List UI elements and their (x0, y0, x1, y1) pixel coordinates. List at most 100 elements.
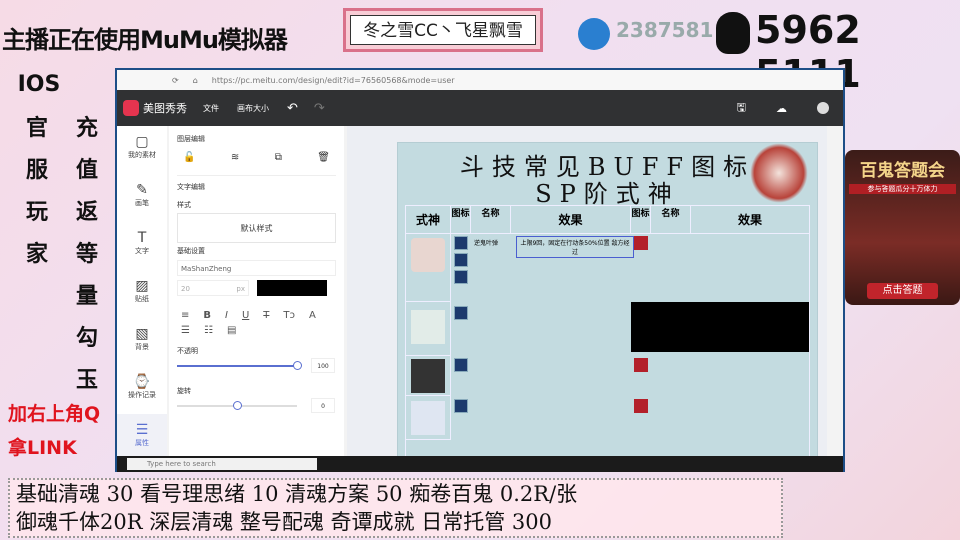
text-icon: T (137, 230, 147, 246)
ad-title: 百鬼答题会 (860, 161, 945, 181)
header-icon: 图标 (451, 206, 471, 234)
address-bar[interactable]: ⟳ ⌂ https://pc.meitu.com/design/edit?id=76… (117, 70, 843, 90)
shikigami-cell (406, 302, 451, 356)
event-ad[interactable]: 百鬼答题会 参与答题瓜分十万体力 点击答题 (845, 150, 960, 305)
justify-icon[interactable]: ▤ (227, 325, 236, 336)
buff-icon (454, 306, 468, 320)
qq-penguin-icon (716, 12, 750, 54)
ios-label: IOS (17, 72, 61, 97)
buff-icon (454, 253, 468, 267)
text-edit-title: 文字编辑 (177, 175, 336, 192)
browser-window: ⟳ ⌂ https://pc.meitu.com/design/edit?id=76… (115, 68, 845, 472)
streamer-notice: 主播正在使用MuMu模拟器 (2, 26, 288, 54)
rotate-handle[interactable] (233, 401, 242, 410)
indent-icon[interactable]: ☰ (181, 325, 190, 336)
strike-icon[interactable]: T (263, 310, 269, 321)
layer-toolbar: 🔓 ≋ ⧉ 🗑 (183, 152, 330, 163)
basic-settings-label: 基础设置 (177, 247, 205, 255)
poster[interactable]: 斗技常见BUFF图标 SP阶式神 式神 图标 名称 效果 图标 名称 效果 逆鬼… (397, 142, 818, 472)
copy-icon[interactable]: ⧉ (275, 152, 282, 163)
trash-icon[interactable]: 🗑 (317, 152, 330, 163)
redo-icon[interactable]: ↷ (314, 101, 325, 116)
menu-canvas-size[interactable]: 画布大小 (237, 103, 269, 114)
buff-icon (634, 236, 648, 250)
price-banner: 基础清魂 30 看号理思绪 10 清魂方案 50 痴卷百鬼 0.2R/张 御魂千… (8, 478, 783, 538)
tool-label: 画笔 (135, 199, 149, 207)
banner-line-2: 御魂千体20R 深层清魂 整号配魂 奇谭成就 日常托管 300 (16, 510, 552, 534)
buff-icon (454, 358, 468, 372)
cube-icon: ▢ (135, 134, 149, 150)
menu-file[interactable]: 文件 (203, 103, 219, 114)
font-select[interactable]: MaShanZheng (177, 260, 336, 276)
character-sticker[interactable] (750, 143, 808, 203)
upload-icon[interactable]: ☁ (776, 102, 787, 115)
home-icon[interactable]: ⌂ (193, 76, 198, 85)
refresh-icon[interactable]: ⟳ (172, 76, 179, 85)
url-text[interactable]: https://pc.meitu.com/design/edit?id=7656… (212, 76, 455, 85)
buff-table: 式神 图标 名称 效果 图标 名称 效果 逆鬼叶弹 上限9回，固定在行动条50%… (405, 205, 810, 465)
spacing-icon[interactable]: A (309, 310, 316, 321)
undo-icon[interactable]: ↶ (287, 101, 298, 116)
opacity-value[interactable]: 100 (311, 358, 335, 373)
italic-icon[interactable]: I (225, 310, 228, 321)
rotate-value[interactable]: 0 (311, 398, 335, 413)
red-note-1: 加右上角Q (8, 403, 101, 425)
style-label: 样式 (177, 201, 191, 209)
side-col2: 充值返等量勾玉 (75, 116, 98, 393)
taskbar-search[interactable]: Type here to search (127, 458, 317, 470)
tool-label: 背景 (135, 343, 149, 351)
color-swatch[interactable] (257, 280, 327, 296)
align-icon[interactable]: ≡ (181, 310, 189, 321)
avatar[interactable] (817, 102, 829, 114)
streamer-name-box: 冬之雪CC丶飞星飘雪 (343, 8, 543, 52)
shikigami-cell (406, 356, 451, 396)
opacity-handle[interactable] (293, 361, 302, 370)
list-icon[interactable]: ☷ (204, 325, 213, 336)
tool-history[interactable]: ⌚ 操作记录 (117, 366, 167, 414)
tool-text[interactable]: T 文字 (117, 222, 167, 270)
save-icon[interactable]: 🖫 (737, 99, 746, 118)
properties-panel: 图层编辑 🔓 ≋ ⧉ 🗑 文字编辑 样式 默认样式 基础设置 MaShanZheng … (169, 126, 344, 456)
opacity-label: 不透明 (177, 347, 198, 355)
black-block[interactable] (631, 302, 809, 352)
app-header: 美图秀秀 文件 画布大小 ↶ ↷ 🖫 ☁ (117, 90, 843, 126)
default-style-button[interactable]: 默认样式 (177, 213, 336, 243)
shikigami-cell (406, 234, 451, 302)
vertical-text-icon[interactable]: Tↄ (283, 310, 295, 321)
bold-icon[interactable]: B (203, 310, 211, 321)
shikigami-portrait (411, 401, 445, 435)
font-size-value: 20 (181, 285, 190, 293)
red-note-2: 拿LINK (8, 437, 77, 459)
ad-button[interactable]: 点击答题 (867, 283, 938, 299)
design-canvas[interactable]: 斗技常见BUFF图标 SP阶式神 式神 图标 名称 效果 图标 名称 效果 逆鬼… (347, 126, 827, 472)
streamer-name: 冬之雪CC丶飞星飘雪 (350, 15, 536, 45)
buff-icon (454, 399, 468, 413)
selected-text-box[interactable]: 上限9回，固定在行动条50%位置 敌方经过 (516, 236, 634, 258)
tool-label: 属性 (135, 439, 149, 447)
buff-icon (454, 270, 468, 284)
underline-icon[interactable]: U (242, 310, 249, 321)
lock-icon[interactable]: 🔓 (183, 152, 195, 163)
layers-icon[interactable]: ≋ (231, 152, 239, 163)
shikigami-portrait (411, 310, 445, 344)
buff-icon (454, 236, 468, 250)
tool-materials[interactable]: ▢ 我的素材 (117, 126, 167, 174)
shikigami-cell (406, 396, 451, 440)
opacity-slider[interactable] (177, 365, 297, 367)
tool-background[interactable]: ▧ 背景 (117, 318, 167, 366)
buff-icon (634, 399, 648, 413)
group-number: 2387581 (616, 18, 714, 42)
tool-brush[interactable]: ✎ 画笔 (117, 174, 167, 222)
tool-sticker[interactable]: ▨ 贴纸 (117, 270, 167, 318)
tool-properties[interactable]: ☰ 属性 (117, 414, 167, 462)
app-name: 美图秀秀 (143, 102, 187, 115)
background-icon: ▧ (135, 326, 149, 342)
font-size-input[interactable]: 20 px (177, 280, 249, 296)
side-col1: 官服玩家 (25, 116, 48, 267)
ad-subtitle: 参与答题瓜分十万体力 (849, 184, 956, 194)
header-effect: 效果 (511, 206, 631, 234)
font-size-unit: px (236, 285, 245, 293)
tool-label: 文字 (135, 247, 149, 255)
header-effect-2: 效果 (691, 206, 809, 234)
rotate-label: 旋转 (177, 387, 191, 395)
